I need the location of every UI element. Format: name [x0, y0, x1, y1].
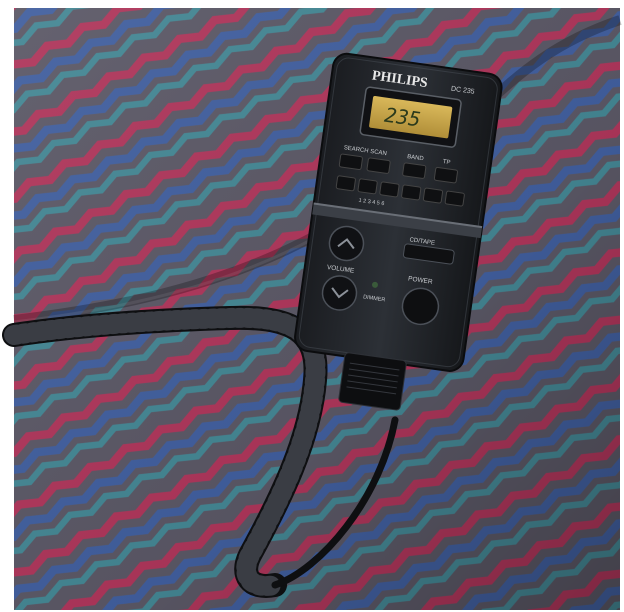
preset-3-button[interactable] [379, 181, 400, 198]
band-button[interactable] [402, 162, 427, 179]
lcd-readout: 235 [383, 103, 422, 132]
photo-scene: PHILIPS DC 235 235 SEARCH SCAN BAND TP 1… [0, 0, 624, 612]
search-button[interactable] [338, 153, 363, 170]
preset-5-button[interactable] [422, 187, 444, 204]
preset-6-button[interactable] [444, 190, 465, 207]
preset-4-button[interactable] [401, 184, 422, 201]
preset-2-button[interactable] [357, 178, 378, 195]
tp-button[interactable] [433, 166, 458, 184]
scan-button[interactable] [366, 157, 391, 174]
preset-1-button[interactable] [335, 175, 356, 192]
tp-label: TP [442, 159, 450, 166]
